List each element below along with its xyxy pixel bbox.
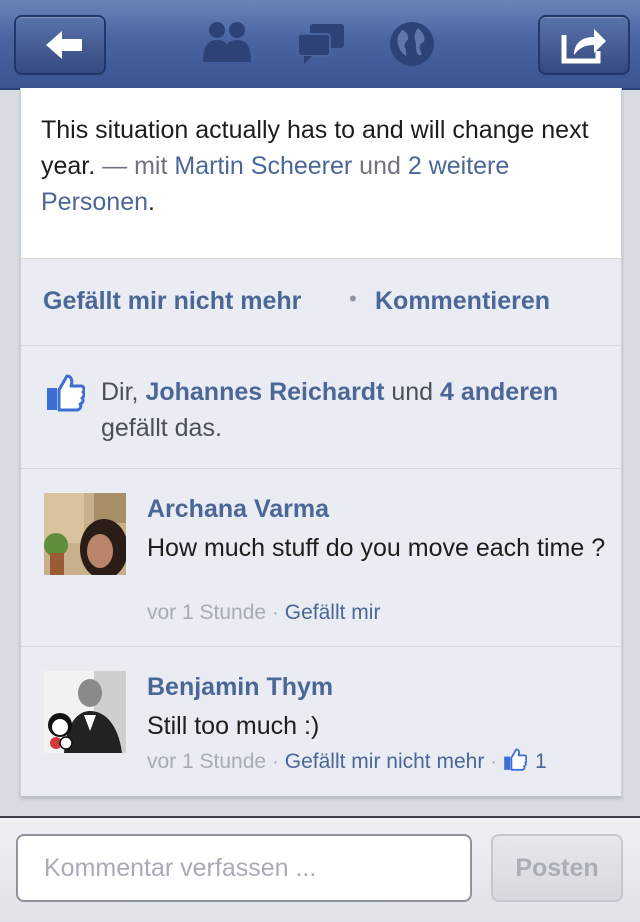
share-icon [561, 29, 606, 64]
back-arrow-icon [46, 31, 82, 59]
post-button[interactable]: Posten [491, 834, 623, 902]
comment-author[interactable]: Archana Varma [147, 495, 329, 524]
likes-and: und [384, 378, 441, 406]
globe-icon[interactable] [388, 20, 436, 68]
avatar[interactable] [44, 493, 126, 575]
thumbs-up-icon [504, 748, 528, 771]
likes-prefix: Dir, [101, 378, 146, 406]
meta-separator: · [484, 750, 503, 773]
comment-composer: Posten [0, 816, 640, 922]
likes-summary: Dir, Johannes Reichardt und 4 anderen ge… [21, 346, 621, 469]
liker-link[interactable]: Johannes Reichardt [145, 378, 384, 406]
action-separator: • [349, 286, 357, 311]
messages-icon[interactable] [296, 22, 346, 66]
thumbs-up-icon [47, 374, 85, 412]
comment-input[interactable] [16, 834, 472, 902]
share-button[interactable] [538, 15, 630, 75]
story-content: This situation actually has to and will … [21, 88, 621, 259]
story-and-label: und [352, 152, 408, 180]
likes-text: Dir, Johannes Reichardt und 4 anderen ge… [101, 374, 601, 446]
other-likers-link[interactable]: 4 anderen [440, 378, 558, 406]
comment-meta: vor 1 Stunde · Gefällt mir nicht mehr · … [147, 747, 547, 774]
comment-text: How much stuff do you move each time ? [147, 534, 606, 562]
comment-item: Benjamin Thym Still too much :) vor 1 St… [21, 647, 621, 795]
comment-like-button[interactable]: Gefällt mir [285, 601, 381, 624]
comment-unlike-button[interactable]: Gefällt mir nicht mehr [285, 750, 485, 773]
comment-time: vor 1 Stunde [147, 601, 267, 624]
story-with-label: — mit [95, 152, 175, 180]
top-navigation-bar [0, 0, 640, 90]
unlike-button[interactable]: Gefällt mir nicht mehr [43, 287, 301, 316]
comment-author[interactable]: Benjamin Thym [147, 673, 333, 702]
back-button[interactable] [14, 15, 106, 75]
story-card: This situation actually has to and will … [20, 88, 622, 797]
comment-item: Archana Varma How much stuff do you move… [21, 469, 621, 647]
story-actions: Gefällt mir nicht mehr • Kommentieren [21, 259, 621, 346]
comment-text: Still too much :) [147, 712, 320, 740]
tagged-person-link[interactable]: Martin Scheerer [174, 152, 352, 180]
likes-suffix: gefällt das. [101, 414, 222, 442]
story-period: . [148, 188, 155, 216]
meta-separator: · [266, 601, 285, 624]
comment-like-count[interactable]: 1 [535, 750, 547, 773]
comment-button[interactable]: Kommentieren [375, 287, 550, 316]
meta-separator: · [266, 750, 285, 773]
comment-time: vor 1 Stunde [147, 750, 267, 773]
comment-meta: vor 1 Stunde · Gefällt mir [147, 601, 380, 625]
avatar[interactable] [44, 671, 126, 753]
friends-icon[interactable] [200, 18, 254, 66]
story-text: This situation actually has to and will … [41, 112, 611, 220]
